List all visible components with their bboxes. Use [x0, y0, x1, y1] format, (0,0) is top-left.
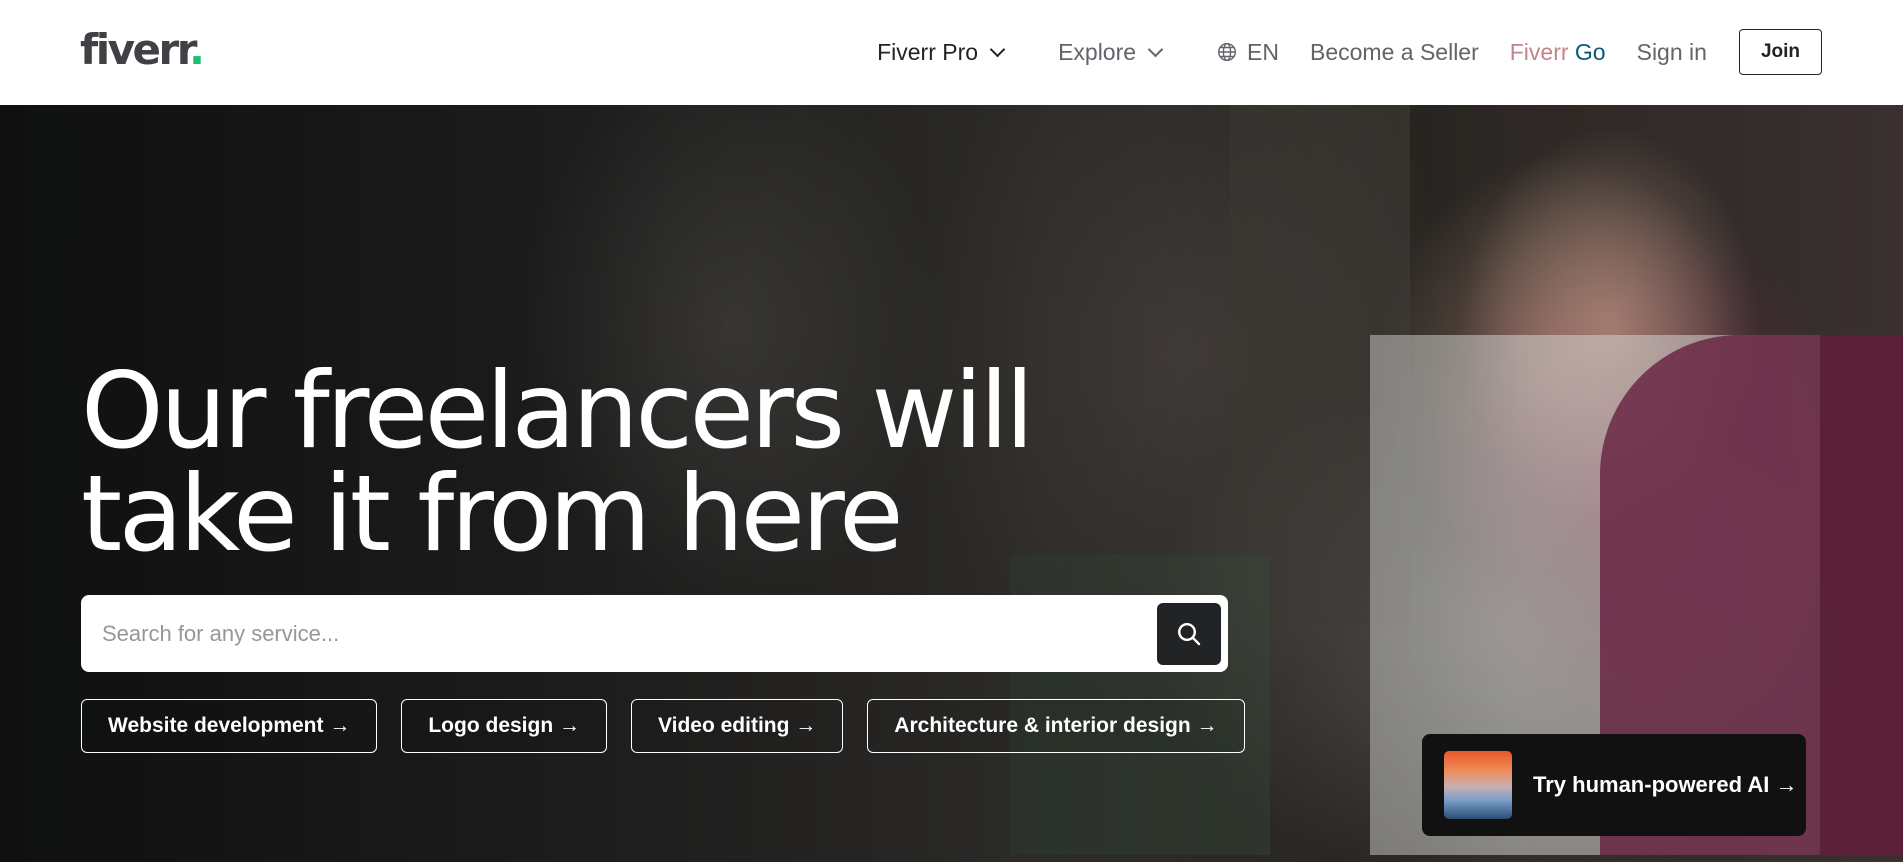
ai-card-label: Try human-powered AI →	[1533, 772, 1798, 797]
join-button[interactable]: Join	[1738, 29, 1822, 75]
nav-sign-in[interactable]: Sign in	[1637, 39, 1707, 66]
search-button[interactable]	[1157, 602, 1221, 665]
search-bar	[81, 595, 1228, 672]
nav-fiverr-pro[interactable]: Fiverr Pro	[877, 38, 1006, 66]
chip-website-development[interactable]: Website development →	[81, 699, 378, 753]
fiverr-logo[interactable]: fiverr.	[80, 24, 205, 76]
logo-dot: .	[188, 25, 205, 74]
nav-explore-label: Explore	[1058, 38, 1137, 65]
chip-architecture-interior-design[interactable]: Architecture & interior design →	[867, 699, 1245, 753]
popular-services: Website development → Logo design → Vide…	[81, 699, 1245, 753]
search-input[interactable]	[81, 595, 1157, 672]
site-header: fiverr. Fiverr Pro Explore EN Become a S…	[0, 0, 1903, 105]
ai-card-thumbnail	[1444, 751, 1512, 819]
hero-headline: Our freelancers will take it from here	[81, 350, 1034, 575]
nav-fiverr-pro-label: Fiverr Pro	[877, 38, 979, 65]
headline-line-2: take it from here	[81, 453, 904, 575]
globe-icon	[1218, 42, 1237, 62]
nav-become-seller[interactable]: Become a Seller	[1310, 39, 1479, 66]
headline-line-1: Our freelancers will	[81, 350, 1034, 472]
fiverr-go-part2: Go	[1574, 38, 1606, 65]
nav-fiverr-go[interactable]: Fiverr Go	[1510, 39, 1606, 66]
chevron-down-icon	[989, 41, 1006, 57]
chip-video-editing[interactable]: Video editing →	[631, 699, 844, 753]
chip-logo-design[interactable]: Logo design →	[401, 699, 607, 753]
nav-language[interactable]: EN	[1217, 39, 1279, 66]
logo-text: fiverr	[80, 25, 191, 74]
try-human-powered-ai-card[interactable]: Try human-powered AI →	[1422, 734, 1806, 836]
nav-language-label: EN	[1247, 38, 1279, 65]
top-nav: Fiverr Pro Explore EN Become a Seller Fi…	[877, 29, 1822, 75]
nav-explore[interactable]: Explore	[1058, 38, 1164, 66]
search-icon	[1177, 622, 1201, 645]
chevron-down-icon	[1147, 41, 1164, 57]
fiverr-go-part1: Fiverr	[1509, 38, 1569, 65]
